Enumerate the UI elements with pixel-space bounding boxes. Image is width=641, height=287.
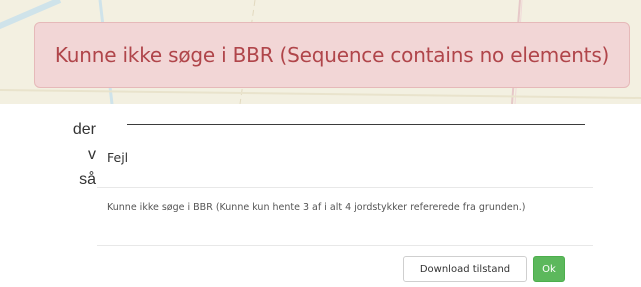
background-text-line: der (72, 121, 96, 138)
ok-button[interactable]: Ok (533, 256, 565, 282)
ok-button-label: Ok (542, 263, 556, 275)
modal-header: Fejl (97, 124, 593, 188)
modal-title: Fejl (107, 150, 129, 165)
download-state-button[interactable]: Download tilstand (403, 256, 527, 282)
download-state-button-label: Download tilstand (419, 263, 511, 275)
background-page-text: der v så (0, 117, 96, 192)
error-modal: Fejl Kunne ikke søge i BBR (Kunne kun he… (97, 124, 593, 287)
modal-message: Kunne ikke søge i BBR (Kunne kun hente 3… (107, 202, 526, 213)
error-alert-message: Kunne ikke søge i BBR (Sequence contains… (54, 43, 610, 67)
background-text-line: så (79, 171, 96, 188)
modal-body: Kunne ikke søge i BBR (Kunne kun hente 3… (97, 187, 593, 246)
error-alert: Kunne ikke søge i BBR (Sequence contains… (34, 22, 630, 88)
background-text-line: v (88, 146, 96, 163)
modal-footer: Download tilstand Ok (97, 246, 593, 287)
